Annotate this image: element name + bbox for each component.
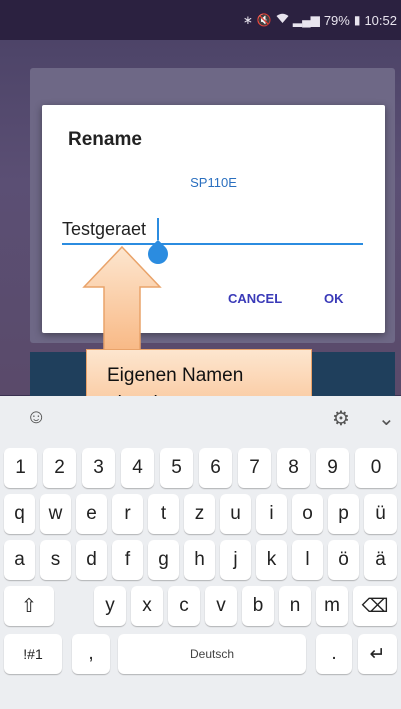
key-t[interactable]: t [148, 494, 179, 534]
text-cursor [157, 218, 159, 240]
device-name: SP110E [190, 175, 237, 190]
key-b[interactable]: b [242, 586, 274, 626]
ok-button[interactable]: OK [324, 291, 344, 306]
key-9[interactable]: 9 [316, 448, 349, 488]
key-e[interactable]: e [76, 494, 107, 534]
key-x[interactable]: x [131, 586, 163, 626]
space-bar[interactable]: Deutsch [118, 634, 306, 674]
key-y[interactable]: y [94, 586, 126, 626]
key-oe[interactable]: ö [328, 540, 359, 580]
annotation-arrow-icon [82, 245, 162, 354]
enter-key[interactable]: ↵ [358, 634, 397, 674]
key-j[interactable]: j [220, 540, 251, 580]
key-k[interactable]: k [256, 540, 287, 580]
shift-icon: ⇧ [21, 595, 37, 617]
key-period[interactable]: . [316, 634, 352, 674]
on-screen-keyboard: ☺ ⚙ ⌄ 1 2 3 4 5 6 7 8 9 0 q w e r t z u … [0, 396, 401, 709]
key-r[interactable]: r [112, 494, 143, 534]
key-v[interactable]: v [205, 586, 237, 626]
key-q[interactable]: q [4, 494, 35, 534]
symbols-key[interactable]: !#1 [4, 634, 62, 674]
key-l[interactable]: l [292, 540, 323, 580]
phone-screen: ∗ 🔇 ▂▄▆ 79% ▮ 10:52 Rename SP110E CANCEL… [0, 0, 401, 709]
key-d[interactable]: d [76, 540, 107, 580]
key-4[interactable]: 4 [121, 448, 154, 488]
sticker-icon[interactable]: ☺ [26, 406, 46, 429]
keyboard-row-numbers: 1 2 3 4 5 6 7 8 9 0 [0, 448, 401, 494]
key-g[interactable]: g [148, 540, 179, 580]
key-z[interactable]: z [184, 494, 215, 534]
keyboard-toolbar: ☺ ⚙ ⌄ [0, 396, 401, 444]
key-o[interactable]: o [292, 494, 323, 534]
key-ae[interactable]: ä [364, 540, 397, 580]
key-n[interactable]: n [279, 586, 311, 626]
keyboard-row-y: ⇧ y x c v b n m ⌫ [0, 586, 401, 632]
key-2[interactable]: 2 [43, 448, 76, 488]
bluetooth-icon: ∗ [242, 13, 253, 27]
mute-icon: 🔇 [256, 13, 272, 27]
key-s[interactable]: s [40, 540, 71, 580]
name-input[interactable] [62, 215, 363, 245]
keyboard-row-a: a s d f g h j k l ö ä [0, 540, 401, 586]
key-p[interactable]: p [328, 494, 359, 534]
dialog-title: Rename [68, 129, 142, 150]
keyboard-row-q: q w e r t z u i o p ü [0, 494, 401, 540]
battery-percent: 79% [323, 12, 350, 28]
key-f[interactable]: f [112, 540, 143, 580]
cancel-button[interactable]: CANCEL [228, 291, 282, 306]
key-a[interactable]: a [4, 540, 35, 580]
settings-icon[interactable]: ⚙ [332, 406, 350, 431]
clock: 10:52 [364, 12, 397, 28]
key-m[interactable]: m [316, 586, 348, 626]
key-6[interactable]: 6 [199, 448, 232, 488]
shift-key[interactable]: ⇧ [4, 586, 54, 626]
callout-line-1: Eigenen Namen [107, 365, 244, 386]
backspace-key[interactable]: ⌫ [353, 586, 397, 626]
key-c[interactable]: c [168, 586, 200, 626]
key-5[interactable]: 5 [160, 448, 193, 488]
key-comma[interactable]: , [72, 634, 110, 674]
key-h[interactable]: h [184, 540, 215, 580]
key-i[interactable]: i [256, 494, 287, 534]
signal-icon: ▂▄▆ [292, 13, 320, 27]
key-7[interactable]: 7 [238, 448, 271, 488]
chevron-down-icon[interactable]: ⌄ [378, 406, 395, 431]
key-1[interactable]: 1 [4, 448, 37, 488]
backspace-icon: ⌫ [361, 595, 389, 617]
key-ue[interactable]: ü [364, 494, 397, 534]
key-8[interactable]: 8 [277, 448, 310, 488]
key-w[interactable]: w [40, 494, 71, 534]
battery-icon: ▮ [353, 13, 361, 27]
key-0[interactable]: 0 [355, 448, 397, 488]
status-bar: ∗ 🔇 ▂▄▆ 79% ▮ 10:52 [0, 0, 401, 40]
key-u[interactable]: u [220, 494, 251, 534]
enter-icon: ↵ [369, 643, 386, 665]
keyboard-row-bottom: !#1 , Deutsch . ↵ [0, 634, 401, 680]
key-3[interactable]: 3 [82, 448, 115, 488]
wifi-icon [276, 13, 289, 27]
